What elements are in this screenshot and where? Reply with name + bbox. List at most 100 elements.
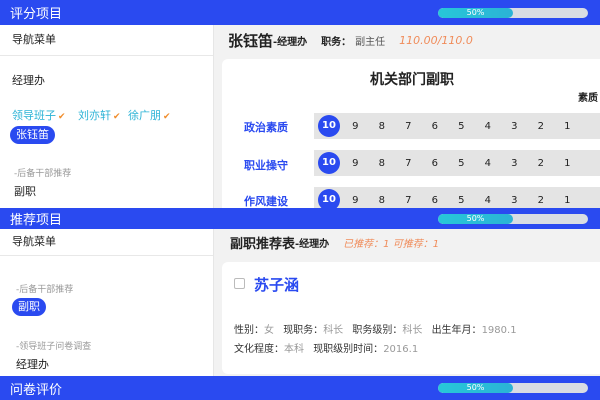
- score-option[interactable]: 9: [342, 195, 369, 206]
- info-value: 科长: [402, 325, 423, 336]
- score-option[interactable]: 5: [448, 158, 475, 169]
- section-title: 评分项目: [10, 7, 63, 22]
- sidebar-subheading: -后备干部推荐: [16, 285, 74, 295]
- score-option[interactable]: 8: [369, 158, 396, 169]
- section-header-questionnaire[interactable]: 问卷评价 50%: [0, 376, 600, 400]
- candidate-card: 苏子涵 性别：女 现职务：科长 职务级别：科长 出生年月：1980.1 文化程度…: [222, 262, 600, 374]
- info-label: 出生年月：: [431, 325, 482, 336]
- score-option[interactable]: 4: [475, 195, 502, 206]
- sidebar-nav: 导航菜单 -后备干部推荐 副职 -领导班子问卷调查 经理办: [0, 229, 214, 376]
- info-value: 女: [264, 325, 274, 336]
- criterion-label: 政治素质: [244, 121, 288, 134]
- column-hint: 素质: [578, 93, 598, 104]
- progress-bar: 50%: [438, 8, 588, 18]
- progress-bar: 50%: [438, 383, 588, 393]
- progress-text: 50%: [466, 214, 485, 223]
- total-score: 110.00/110.0: [399, 33, 473, 47]
- rec-status: 已推荐：1 可推荐：1: [343, 238, 440, 250]
- progress-text: 50%: [466, 8, 485, 17]
- candidate-info-row: 性别：女 现职务：科长 职务级别：科长 出生年月：1980.1: [234, 321, 523, 336]
- selected-item-chip[interactable]: 副职: [12, 298, 46, 316]
- score-option[interactable]: 2: [528, 195, 555, 206]
- score-option[interactable]: 8: [369, 195, 396, 206]
- score-option[interactable]: 2: [528, 158, 555, 169]
- section-header-recommend[interactable]: 推荐项目 50%: [0, 208, 600, 229]
- score-option[interactable]: 3: [501, 158, 528, 169]
- info-value: 科长: [323, 325, 344, 336]
- sidebar-item[interactable]: 副职: [14, 183, 36, 199]
- info-label: 职务级别：: [352, 325, 403, 336]
- sidebar-item[interactable]: 经理办: [16, 356, 49, 372]
- sidebar-subheading: -后备干部推荐: [14, 169, 72, 179]
- info-label: 现职务：: [283, 325, 324, 336]
- rec-dept: -经理办: [295, 238, 330, 250]
- criterion-label: 职业操守: [244, 159, 288, 172]
- score-option[interactable]: 7: [395, 158, 422, 169]
- rec-title: 副职推荐表: [230, 236, 296, 252]
- person-dept: -经理办: [273, 36, 308, 48]
- position-label: 职务：: [321, 36, 352, 48]
- nav-menu-title: 导航菜单: [0, 229, 213, 256]
- score-option[interactable]: 4: [475, 121, 502, 132]
- section-header-scoring[interactable]: 评分项目 50%: [0, 0, 600, 25]
- score-row: 10 9 8 7 6 5 4 3 2 1: [314, 150, 600, 176]
- check-icon: ✔: [163, 112, 171, 122]
- score-option[interactable]: 9: [342, 121, 369, 132]
- score-option[interactable]: 9: [342, 158, 369, 169]
- info-value: 1980.1: [481, 325, 517, 336]
- progress-text: 50%: [466, 383, 485, 392]
- score-option[interactable]: 4: [475, 158, 502, 169]
- leader-item[interactable]: 刘亦轩 ✔: [78, 107, 121, 123]
- leader-name: 徐广朋: [128, 109, 161, 122]
- info-label: 文化程度：: [234, 344, 284, 355]
- scoring-panel: 导航菜单 经理办 领导班子 ✔ 刘亦轩 ✔ 徐广朋 ✔ 张钰笛 -后备干部推荐 副职 …: [0, 25, 600, 208]
- scoring-card: 机关部门副职 素质 政治素质 10 9 8 7 6 5 4 3 2 1 职业操守…: [222, 59, 600, 208]
- score-option[interactable]: 8: [369, 121, 396, 132]
- score-option[interactable]: 7: [395, 195, 422, 206]
- score-option[interactable]: 7: [395, 121, 422, 132]
- score-option[interactable]: 1: [554, 195, 581, 206]
- section-title: 问卷评价: [10, 382, 63, 398]
- score-option[interactable]: 2: [528, 121, 555, 132]
- selected-person-chip[interactable]: 张钰笛: [10, 126, 55, 144]
- candidate-checkbox[interactable]: [234, 278, 245, 289]
- score-option[interactable]: 10: [318, 115, 340, 137]
- info-label: 性别：: [234, 325, 264, 336]
- score-option[interactable]: 3: [501, 121, 528, 132]
- recommend-panel: 导航菜单 -后备干部推荐 副职 -领导班子问卷调查 经理办 副职推荐表 -经理办…: [0, 229, 600, 376]
- score-option[interactable]: 10: [318, 189, 340, 208]
- card-title: 机关部门副职: [370, 72, 454, 88]
- candidate-name[interactable]: 苏子涵: [254, 274, 299, 295]
- sidebar-nav: 导航菜单 经理办 领导班子 ✔ 刘亦轩 ✔ 徐广朋 ✔ 张钰笛 -后备干部推荐 副职: [0, 25, 214, 208]
- score-option[interactable]: 1: [554, 121, 581, 132]
- leader-name: 刘亦轩: [78, 109, 111, 122]
- score-option[interactable]: 6: [422, 121, 449, 132]
- info-value: 2016.1: [383, 344, 419, 355]
- leader-item[interactable]: 徐广朋 ✔: [128, 107, 171, 123]
- score-option[interactable]: 5: [448, 121, 475, 132]
- score-row: 10 9 8 7 6 5 4 3 2 1: [314, 113, 600, 139]
- score-row: 10 9 8 7 6 5 4 3 2 1: [314, 187, 600, 208]
- score-option[interactable]: 6: [422, 195, 449, 206]
- eval-header: 张钰笛 -经理办 职务： 副主任 110.00/110.0: [228, 25, 473, 55]
- section-title: 推荐项目: [10, 213, 63, 228]
- progress-bar: 50%: [438, 214, 588, 224]
- sidebar-group-label[interactable]: 经理办: [12, 72, 45, 88]
- score-option[interactable]: 10: [318, 152, 340, 174]
- person-name: 张钰笛: [228, 31, 274, 50]
- score-option[interactable]: 3: [501, 195, 528, 206]
- score-option[interactable]: 5: [448, 195, 475, 206]
- info-value: 本科: [284, 344, 304, 355]
- info-label: 现职级别时间：: [313, 344, 384, 355]
- check-icon: ✔: [58, 112, 66, 122]
- position-value: 副主任: [355, 36, 386, 48]
- check-icon: ✔: [113, 112, 121, 122]
- rec-header: 副职推荐表 -经理办 已推荐：1 可推荐：1: [230, 229, 439, 255]
- candidate-info-row: 文化程度：本科 现职级别时间：2016.1: [234, 340, 424, 355]
- score-option[interactable]: 1: [554, 158, 581, 169]
- leader-item[interactable]: 领导班子 ✔: [12, 107, 66, 123]
- score-option[interactable]: 6: [422, 158, 449, 169]
- nav-menu-title: 导航菜单: [0, 25, 213, 56]
- sidebar-subheading: -领导班子问卷调查: [16, 342, 92, 352]
- criterion-label: 作风建设: [244, 195, 288, 208]
